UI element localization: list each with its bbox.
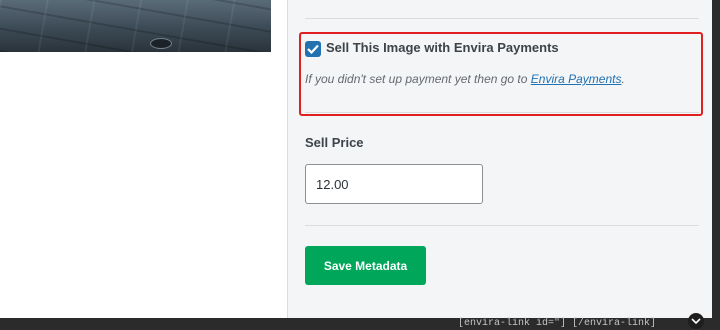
sell-price-label: Sell Price <box>305 135 364 150</box>
divider-sell <box>305 112 699 113</box>
save-metadata-button[interactable]: Save Metadata <box>305 246 426 285</box>
help-suffix: . <box>621 72 625 86</box>
window-frame-right <box>712 0 720 330</box>
chevron-glyph <box>691 318 701 324</box>
envira-payments-link[interactable]: Envira Payments <box>531 72 622 86</box>
pavement-texture <box>0 0 271 52</box>
left-canvas <box>0 52 287 318</box>
image-preview <box>0 0 271 52</box>
drain-cover <box>150 38 172 49</box>
underlying-shortcode-text: [envira-link id="] [/envira-link] <box>458 318 657 329</box>
meta-panel: Sell This Image with Envira Payments If … <box>287 0 713 318</box>
checkmark-icon <box>307 44 319 54</box>
payments-help-text: If you didn't set up payment yet then go… <box>305 72 625 86</box>
divider-top <box>305 18 699 19</box>
divider-price <box>305 225 699 226</box>
sell-price-input[interactable] <box>305 164 483 204</box>
chevron-down-icon[interactable] <box>688 313 704 329</box>
help-prefix: If you didn't set up payment yet then go… <box>305 72 531 86</box>
sell-image-checkbox[interactable] <box>305 41 321 57</box>
sell-image-label[interactable]: Sell This Image with Envira Payments <box>326 40 559 55</box>
